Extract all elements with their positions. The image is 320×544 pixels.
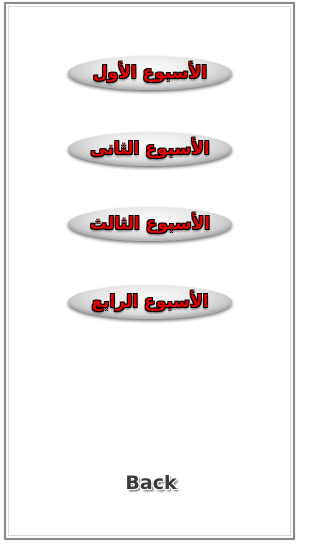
week-4-button[interactable]: الأسبوع الرابع: [68, 285, 232, 319]
week-2-label: الأسبوع الثانى: [90, 139, 210, 159]
week-1-button[interactable]: الأسبوع الأول: [68, 56, 232, 90]
week-2-button[interactable]: الأسبوع الثانى: [68, 132, 232, 166]
week-3-label: الأسبوع الثالث: [89, 214, 211, 234]
back-button[interactable]: Back: [118, 469, 184, 497]
week-1-label: الأسبوع الأول: [92, 63, 208, 83]
back-label: Back: [125, 472, 177, 494]
week-4-label: الأسبوع الرابع: [91, 292, 209, 312]
week-3-button[interactable]: الأسبوع الثالث: [68, 207, 232, 241]
screen-frame: الأسبوع الأول الأسبوع الثانى الأسبوع الث…: [0, 0, 300, 544]
